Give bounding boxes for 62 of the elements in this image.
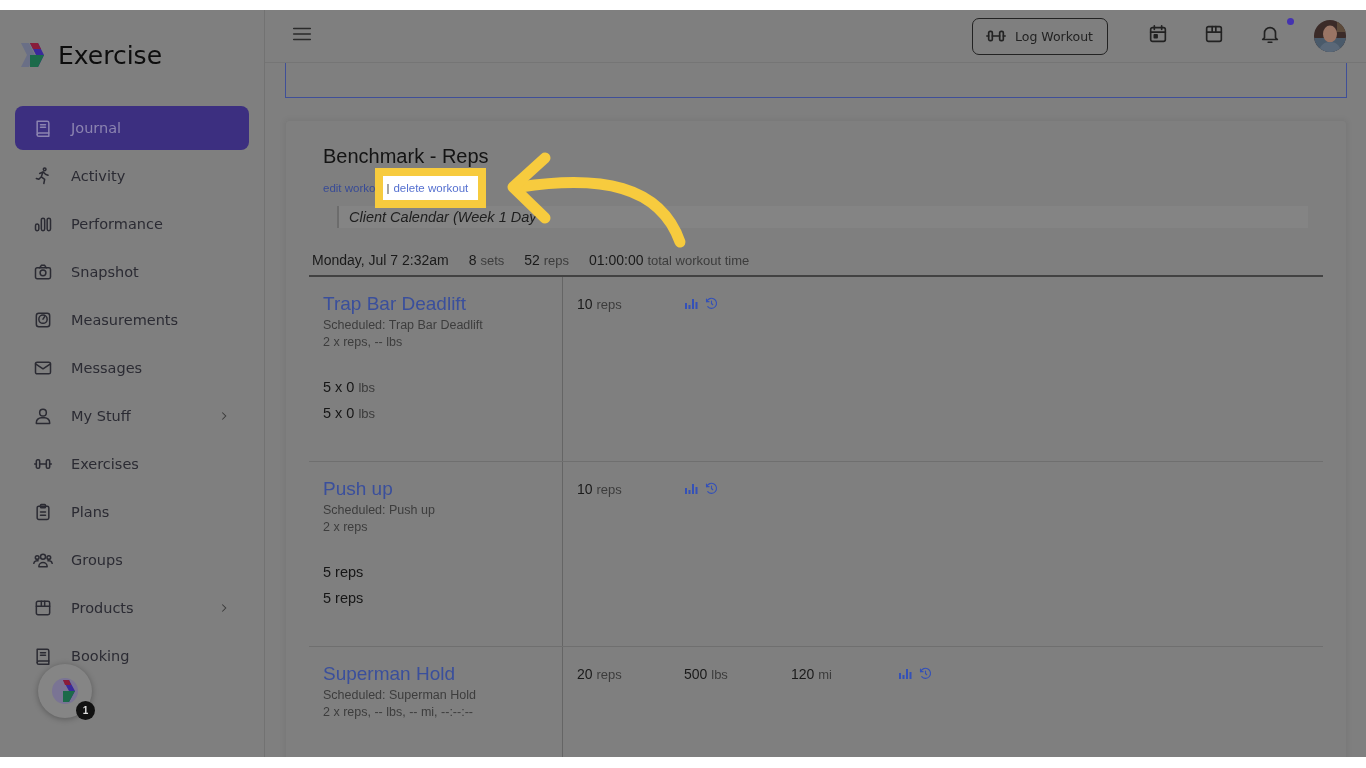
history-icon	[704, 481, 719, 496]
book-icon	[33, 118, 53, 138]
sidebar-item[interactable]: Journal	[15, 106, 249, 150]
bar-chart-icon[interactable]	[898, 666, 912, 680]
set-entry: 5 reps	[323, 564, 365, 580]
result-value: 500 lbs	[684, 666, 728, 682]
workout-stat: Monday, Jul 7 2:32am	[312, 252, 449, 268]
log-workout-button[interactable]: Log Workout	[972, 17, 1108, 55]
exercise-name[interactable]: Trap Bar Deadlift	[323, 293, 562, 315]
edit-link[interactable]: edit worko	[323, 182, 376, 194]
sidebar-item[interactable]: Products	[15, 586, 249, 630]
sidebar-item[interactable]: Messages	[15, 346, 249, 390]
target-label: 2 x reps, -- lbs	[323, 335, 404, 349]
result-value: 20 reps	[577, 666, 622, 682]
sidebar-item[interactable]: Snapshot	[15, 250, 249, 294]
workout-title: Benchmark - Reps	[323, 145, 490, 168]
set-entry: 5 x 0 lbs	[323, 405, 377, 421]
logo-icon	[50, 676, 80, 706]
result-value: 10 reps	[577, 481, 622, 497]
scheduled-label: Scheduled: Push up	[323, 503, 436, 517]
separator: |	[386, 182, 390, 194]
target-label: 2 x reps	[323, 520, 369, 534]
result-value: 10 reps	[577, 296, 622, 312]
set-entry: 5 reps	[323, 590, 365, 606]
book-icon	[33, 646, 53, 666]
sidebar-item[interactable]: Exercises	[15, 442, 249, 486]
set-entry: 5 x 0 lbs	[323, 379, 377, 395]
source-label: Client Calendar (Week 1 Day	[337, 206, 1308, 228]
sidebar-item[interactable]: Plans	[15, 490, 249, 534]
package-icon	[1203, 23, 1225, 45]
person-icon	[33, 406, 53, 426]
sidebar-item[interactable]: Measurements	[15, 298, 249, 342]
exercise-name[interactable]: Push up	[323, 478, 562, 500]
package-icon	[33, 598, 53, 618]
bar-chart-icon	[33, 214, 53, 234]
result-value: 120 mi	[791, 666, 832, 682]
app-name: Exercise	[58, 40, 163, 70]
envelope-icon	[33, 358, 53, 378]
sidebar-item[interactable]: Booking	[15, 634, 249, 678]
exercise-name[interactable]: Superman Hold	[323, 663, 562, 685]
delete-workout-link[interactable]: delete workout	[393, 182, 469, 194]
workout-stat: 01:00:00 total workout time	[589, 252, 750, 268]
history-icon	[704, 296, 719, 311]
workout-stat: 52 reps	[524, 252, 569, 268]
bar-chart-icon[interactable]	[684, 481, 698, 495]
history-icon	[918, 666, 933, 681]
notification-badge: 1	[76, 701, 95, 720]
workout-stat: 8 sets	[468, 252, 505, 268]
sidebar-item[interactable]: My Stuff	[15, 394, 249, 438]
scheduled-label: Scheduled: Superman Hold	[323, 688, 477, 702]
target-label: 2 x reps, -- lbs, -- mi, --:--:--	[323, 705, 474, 719]
scheduled-label: Scheduled: Trap Bar Deadlift	[323, 318, 484, 332]
sidebar-item[interactable]: Activity	[15, 154, 249, 198]
bar-chart-icon[interactable]	[684, 296, 698, 310]
sidebar-item[interactable]: Groups	[15, 538, 249, 582]
group-icon	[33, 550, 53, 570]
help-bubble[interactable]	[38, 664, 92, 718]
camera-icon	[33, 262, 53, 282]
calendar-icon	[1147, 23, 1169, 45]
clipboard-icon	[33, 502, 53, 522]
scale-icon	[33, 310, 53, 330]
sidebar-item[interactable]: Performance	[15, 202, 249, 246]
